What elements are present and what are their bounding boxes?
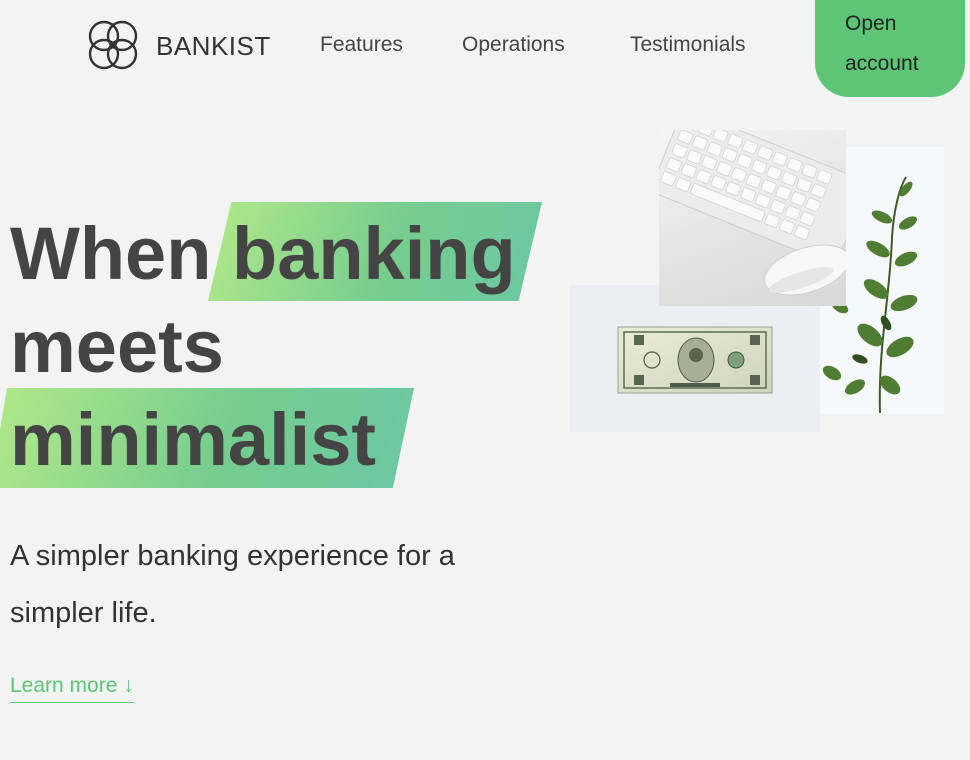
open-account-button[interactable]: Open account <box>815 0 965 97</box>
nav-link-testimonials[interactable]: Testimonials <box>630 33 746 57</box>
nav-link-operations[interactable]: Operations <box>462 33 565 57</box>
logo[interactable]: BANKIST <box>84 18 271 74</box>
hero-subtitle: A simpler banking experience for a simpl… <box>10 540 455 629</box>
nav-link-features[interactable]: Features <box>320 33 403 57</box>
headline-word-banking: banking <box>232 212 516 295</box>
headline-word-when: When <box>10 212 212 295</box>
headline-word-meets: meets <box>10 305 224 388</box>
learn-more-link[interactable]: Learn more ↓ <box>10 674 134 703</box>
open-account-label-line1: Open <box>845 12 897 35</box>
logo-text: BANKIST <box>156 30 271 61</box>
headline-word-minimalist: minimalist <box>10 398 376 481</box>
dollar-bill-photo <box>570 285 820 432</box>
hero-image <box>570 108 945 432</box>
keyboard-photo <box>651 108 868 306</box>
open-account-label-line2: account <box>845 52 919 75</box>
bankist-logo-icon <box>88 20 138 70</box>
